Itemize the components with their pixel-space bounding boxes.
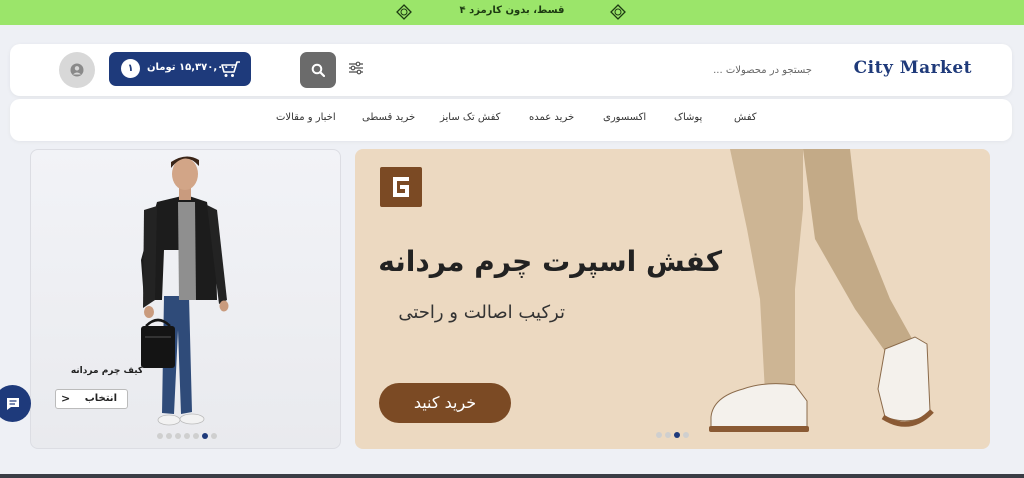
user-icon [70, 63, 84, 77]
nav-item-shoes[interactable]: کفش [734, 112, 757, 123]
side-banner-select-label: انتخاب [84, 393, 117, 404]
nav-item-news[interactable]: اخبار و مقالات [276, 112, 336, 123]
site-header: City Market ۱ ۱۵,۳۷۰,۰۰۰ تومان [10, 44, 1012, 96]
carousel-dot[interactable] [656, 432, 662, 438]
nav-item-wholesale[interactable]: خرید عمده [529, 112, 574, 123]
diamond-deco-icon [610, 4, 626, 20]
side-banner-pagination [157, 433, 217, 439]
carousel-dot[interactable] [193, 433, 199, 439]
user-account-button[interactable] [59, 52, 95, 88]
filter-icon[interactable] [348, 60, 364, 76]
chat-button[interactable] [0, 385, 31, 422]
carousel-dot-active[interactable] [202, 433, 208, 439]
bottom-edge [0, 474, 1024, 478]
search-input[interactable] [518, 52, 818, 88]
promo-text: ۴ قسط، بدون کارمزد [459, 5, 565, 16]
search-icon [311, 63, 325, 77]
carousel-dot[interactable] [665, 432, 671, 438]
brand-badge-icon [380, 167, 422, 207]
carousel-dot[interactable] [157, 433, 163, 439]
search-box [374, 52, 822, 88]
carousel-dot[interactable] [184, 433, 190, 439]
hero-subtitle: ترکیب اصالت و راحتی [398, 302, 565, 323]
side-banner-select-button[interactable]: > انتخاب [55, 389, 128, 409]
carousel-dot[interactable] [211, 433, 217, 439]
carousel-dot[interactable] [175, 433, 181, 439]
chat-icon [6, 397, 19, 410]
side-banner-title: کیف چرم مردانه [70, 366, 144, 376]
search-button[interactable] [300, 52, 336, 88]
carousel-dot-active[interactable] [674, 432, 680, 438]
chevron-icon: > [61, 392, 71, 405]
site-logo[interactable]: City Market [854, 58, 972, 78]
nav-item-accessories[interactable]: اکسسوری [603, 112, 646, 123]
cart-button[interactable]: ۱ ۱۵,۳۷۰,۰۰۰ تومان [109, 52, 251, 86]
nav-item-clothing[interactable]: پوشاک [674, 112, 702, 123]
cart-icon [221, 61, 240, 77]
side-banner[interactable]: کیف چرم مردانه > انتخاب [30, 149, 341, 449]
hero-banner[interactable]: کفش اسپرت چرم مردانه ترکیب اصالت و راحتی… [355, 149, 990, 449]
carousel-dot[interactable] [683, 432, 689, 438]
nav-item-single-size-shoes[interactable]: کفش تک سایز [440, 112, 500, 123]
promo-bar: ۴ قسط، بدون کارمزد [0, 0, 1024, 25]
nav-item-installment[interactable]: خرید قسطی [362, 112, 415, 123]
hero-pagination [656, 432, 689, 438]
hero-shop-button[interactable]: خرید کنید [379, 383, 511, 423]
main-nav: کفش پوشاک اکسسوری خرید عمده کفش تک سایز … [10, 99, 1012, 141]
hero-title: کفش اسپرت چرم مردانه [378, 245, 722, 278]
cart-count-badge: ۱ [121, 59, 140, 78]
carousel-dot[interactable] [166, 433, 172, 439]
